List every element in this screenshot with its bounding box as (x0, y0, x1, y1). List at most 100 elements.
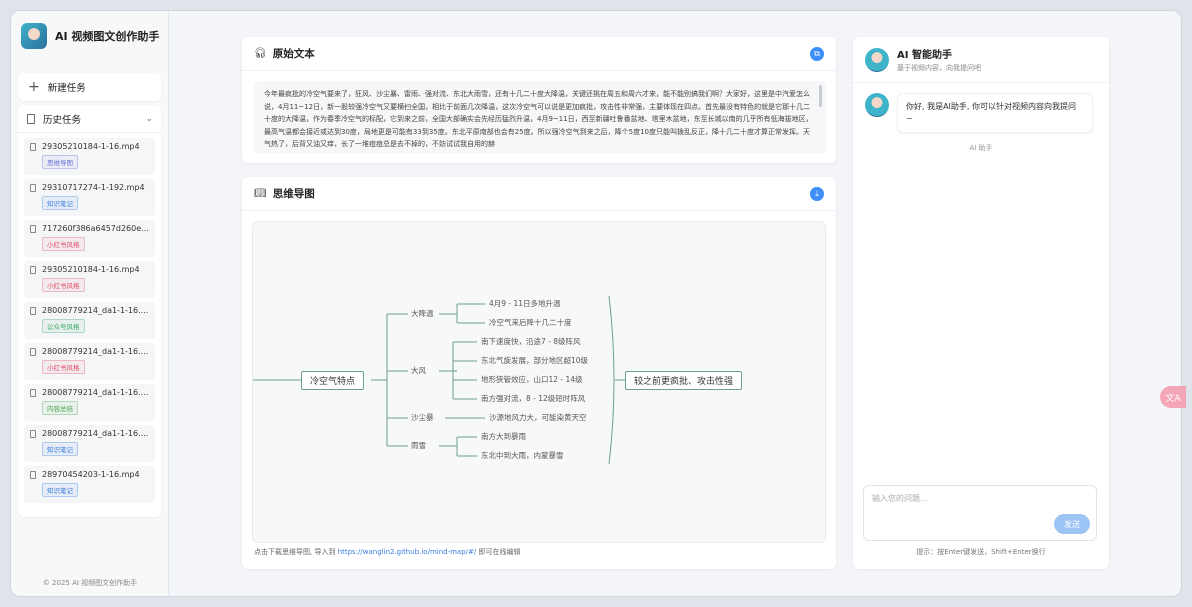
mindmap-leaf-node[interactable]: 东北气旋发展，部分地区超10级 (481, 355, 588, 366)
task-item[interactable]: 28970454203-1-16.mp4 知识笔记 (24, 466, 155, 503)
task-tag: 内容总结 (42, 401, 78, 415)
mindmap-title: 思维导图 (272, 188, 315, 200)
assistant-avatar (865, 47, 889, 72)
task-name: 28970454203-1-16.mp4 (42, 470, 140, 479)
task-item[interactable]: 28008779214_da1-1-16.... 小红书风格 (24, 343, 155, 380)
file-icon (30, 265, 36, 274)
task-item[interactable]: 28008779214_da1-1-16.... 知识笔记 (24, 425, 155, 462)
chat-hint: 提示：按Enter键发送，Shift+Enter换行 (916, 548, 1046, 556)
source-card-header: 🎧︎ 原始文本 ⧉ (242, 37, 836, 71)
task-list: 29305210184-1-16.mp4 思维导图 29310717274-1-19… (18, 133, 161, 512)
copyright: © 2025 AI 视频图文创作助手 (42, 579, 138, 587)
sidebar: AI 视频图文创作助手 + 新建任务 历史任务 ⌄ 29305210184-1-… (11, 11, 169, 596)
task-tag: 知识笔记 (42, 442, 78, 456)
send-button[interactable]: 发送 (1054, 514, 1090, 534)
scrollbar[interactable] (819, 85, 822, 107)
chat-header: AI 智能助手 基于视频内容，向我提问吧 (853, 37, 1109, 83)
task-item[interactable]: 28008779214_da1-1-16.... 内容总结 (24, 384, 155, 421)
mindmap-conclusion-node[interactable]: 较之前更疯批、攻击性强 (625, 371, 743, 390)
mindmap-branch-node[interactable]: 雨雪 (411, 440, 426, 451)
history-panel: 历史任务 ⌄ 29305210184-1-16.mp4 思维导图 293107172… (18, 105, 161, 517)
chat-subtitle: 基于视频内容，向我提问吧 (897, 64, 981, 72)
translate-icon[interactable]: 文A (1160, 386, 1186, 408)
app-name: AI 视频图文创作助手 (55, 30, 160, 43)
mindmap-card-header: 📖︎ 思维导图 ⤓ (242, 177, 836, 211)
task-item[interactable]: 29305210184-1-16.mp4 小红书风格 (24, 261, 155, 298)
mindmap-branch-node[interactable]: 沙尘暴 (411, 412, 434, 423)
source-text-area[interactable]: 今年最疯批的冷空气要来了，狂风、沙尘暴、雷雨、强对流、东北大雨雪，还有十几二十度… (254, 81, 826, 153)
chat-input[interactable] (872, 494, 1072, 503)
file-icon (30, 429, 36, 438)
file-icon (30, 470, 36, 479)
file-icon (30, 142, 36, 151)
mindmap-leaf-node[interactable]: 地形狭管效应，山口12 - 14级 (481, 374, 583, 385)
mindmap-branch-node[interactable]: 大降温 (411, 308, 434, 319)
new-task-button[interactable]: + 新建任务 (18, 73, 161, 101)
mindmap-leaf-node[interactable]: 沙源地风力大，可能染黄天空 (489, 412, 587, 423)
copy-button[interactable]: ⧉ (810, 46, 824, 61)
hint-prefix: 点击下载思维导图, 导入到 (254, 548, 338, 556)
task-name: 28008779214_da1-1-16.... (42, 429, 149, 438)
chat-title: AI 智能助手 (897, 50, 952, 61)
task-title: 28008779214_da1-1-16.... (30, 429, 149, 438)
task-name: 29305210184-1-16.mp4 (42, 142, 140, 151)
hint-suffix: 即可在线编辑 (476, 548, 521, 556)
message-bubble: 你好, 我是AI助手, 你可以针对视频内容向我提问 ~ (897, 93, 1093, 133)
task-title: 28008779214_da1-1-16.... (30, 306, 149, 315)
app-window: AI 视频图文创作助手 + 新建任务 历史任务 ⌄ 29305210184-1-… (10, 10, 1182, 597)
mindmap-leaf-node[interactable]: 南下速度快，沿途7 - 8级阵风 (481, 336, 581, 347)
task-title: 717260f386a6457d260e... (30, 224, 149, 233)
task-tag: 知识笔记 (42, 483, 78, 497)
task-item[interactable]: 29310717274-1-192.mp4 知识笔记 (24, 179, 155, 216)
task-name: 28008779214_da1-1-16.... (42, 306, 149, 315)
mindmap-root-node[interactable]: 冷空气特点 (301, 371, 365, 390)
file-icon (30, 306, 36, 315)
source-title: 原始文本 (272, 48, 315, 60)
task-item[interactable]: 29305210184-1-16.mp4 思维导图 (24, 138, 155, 175)
mindmap-leaf-node[interactable]: 南方大到暴雨 (481, 431, 526, 442)
mindmap-leaf-node[interactable]: 冷空气来后降十几二十度 (489, 317, 572, 328)
assistant-avatar (865, 93, 889, 117)
task-name: 28008779214_da1-1-16.... (42, 388, 149, 397)
mindmap-card: 📖︎ 思维导图 ⤓ 冷空气特点 大降温 4月9 - 11日多地升温 冷空气来后降十几二… (242, 177, 836, 569)
history-toggle[interactable]: 历史任务 ⌄ (18, 105, 161, 133)
task-tag: 小红书风格 (42, 278, 85, 292)
task-title: 29305210184-1-16.mp4 (30, 265, 149, 274)
mindmap-branch-node[interactable]: 大风 (411, 365, 426, 376)
task-title: 28008779214_da1-1-16.... (30, 347, 149, 356)
plus-icon: + (28, 79, 40, 95)
file-icon (30, 388, 36, 397)
task-tag: 小红书风格 (42, 360, 85, 374)
task-item[interactable]: 717260f386a6457d260e... 小红书风格 (24, 220, 155, 257)
book-icon: 📖︎ (254, 188, 267, 199)
mindmap-leaf-node[interactable]: 4月9 - 11日多地升温 (489, 298, 561, 309)
mindmap-hint: 点击下载思维导图, 导入到 https://wanglin2.github.io… (254, 547, 520, 557)
task-tag: 知识笔记 (42, 196, 78, 210)
task-title: 28970454203-1-16.mp4 (30, 470, 149, 479)
task-name: 28008779214_da1-1-16.... (42, 347, 149, 356)
source-card: 🎧︎ 原始文本 ⧉ 今年最疯批的冷空气要来了，狂风、沙尘暴、雷雨、强对流、东北大… (242, 37, 836, 163)
source-text: 今年最疯批的冷空气要来了，狂风、沙尘暴、雷雨、强对流、东北大雨雪，还有十几二十度… (264, 90, 813, 148)
task-name: 717260f386a6457d260e... (42, 224, 149, 233)
chat-input-box: 发送 (863, 485, 1097, 541)
task-item[interactable]: 28008779214_da1-1-16.... 公众号风格 (24, 302, 155, 339)
mindmap-link[interactable]: https://wanglin2.github.io/mind-map/#/ (338, 548, 477, 556)
task-title: 29310717274-1-192.mp4 (30, 183, 149, 192)
file-icon (30, 183, 36, 192)
file-icon (30, 347, 36, 356)
mindmap-leaf-node[interactable]: 东北中到大雨，内蒙暴雪 (481, 450, 564, 461)
history-label: 历史任务 (43, 114, 82, 126)
task-tag: 公众号风格 (42, 319, 85, 333)
mindmap-canvas[interactable]: 冷空气特点 大降温 4月9 - 11日多地升温 冷空气来后降十几二十度大风 南下速度快，… (252, 221, 826, 543)
mindmap-leaf-node[interactable]: 南方强对流，8 - 12级短时阵风 (481, 393, 585, 404)
app-logo (21, 23, 47, 49)
task-title: 29305210184-1-16.mp4 (30, 142, 149, 151)
download-button[interactable]: ⤓ (810, 186, 824, 201)
task-name: 29310717274-1-192.mp4 (42, 183, 145, 192)
task-name: 29305210184-1-16.mp4 (42, 265, 140, 274)
connector-line (608, 295, 615, 465)
new-task-label: 新建任务 (47, 83, 86, 94)
chat-panel: AI 智能助手 基于视频内容，向我提问吧 你好, 我是AI助手, 你可以针对视频… (853, 37, 1109, 569)
task-tag: 思维导图 (42, 155, 78, 169)
chat-message: 你好, 我是AI助手, 你可以针对视频内容向我提问 ~ (865, 93, 1093, 133)
